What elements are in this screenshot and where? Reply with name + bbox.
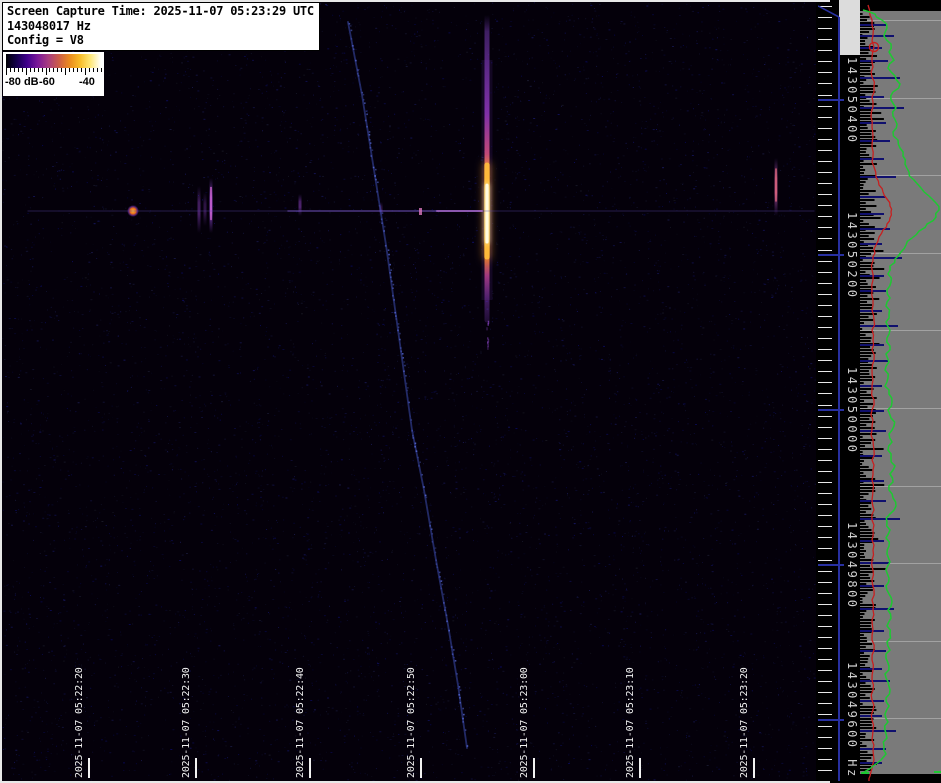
colorbar-tick — [49, 68, 50, 72]
capture-time-text: Screen Capture Time: 2025-11-07 05:23:29… — [7, 4, 314, 19]
colorbar-label-mid: -60 — [39, 76, 55, 88]
db-colorbar: -80 dB -60 -40 — [3, 52, 104, 96]
colorbar-tick — [34, 68, 35, 72]
colorbar-tick — [53, 68, 54, 72]
colorbar-tick — [97, 68, 98, 72]
colorbar-tick — [85, 68, 86, 75]
colorbar-tick — [26, 68, 27, 75]
colorbar-tick — [30, 68, 31, 72]
colorbar-tick — [57, 68, 58, 72]
colorbar-tick — [73, 68, 74, 72]
colorbar-label-min: -80 dB — [5, 76, 39, 88]
colorbar-tick — [46, 68, 47, 75]
colorbar-tick — [42, 68, 43, 72]
colorbar-label-max: -40 — [79, 76, 95, 88]
frame-border-left — [0, 0, 2, 783]
colorbar-tick — [6, 68, 7, 75]
colorbar-tick — [65, 68, 66, 75]
config-text: Config = V8 — [7, 33, 314, 48]
colorbar-tick — [22, 68, 23, 72]
colorbar-tick — [61, 68, 62, 72]
colorbar-tick — [10, 68, 11, 72]
capture-info-box: Screen Capture Time: 2025-11-07 05:23:29… — [2, 2, 320, 51]
colorbar-tick — [77, 68, 78, 72]
frequency-axis-ruler — [818, 0, 860, 783]
spectrogram-display: Screen Capture Time: 2025-11-07 05:23:29… — [0, 0, 941, 783]
colorbar-tick — [38, 68, 39, 72]
colorbar-tick — [14, 68, 15, 72]
waterfall-canvas — [2, 2, 816, 781]
colorbar-tick — [93, 68, 94, 72]
frequency-text: 143048017 Hz — [7, 19, 314, 34]
colorbar-tick — [69, 68, 70, 72]
spectrum-panel-canvas — [860, 0, 941, 783]
colorbar-tick — [101, 68, 102, 72]
colorbar-tick — [89, 68, 90, 72]
colorbar-tick — [18, 68, 19, 72]
colorbar-scale-ticks — [6, 68, 101, 76]
colorbar-gradient — [6, 54, 101, 68]
colorbar-tick — [81, 68, 82, 72]
